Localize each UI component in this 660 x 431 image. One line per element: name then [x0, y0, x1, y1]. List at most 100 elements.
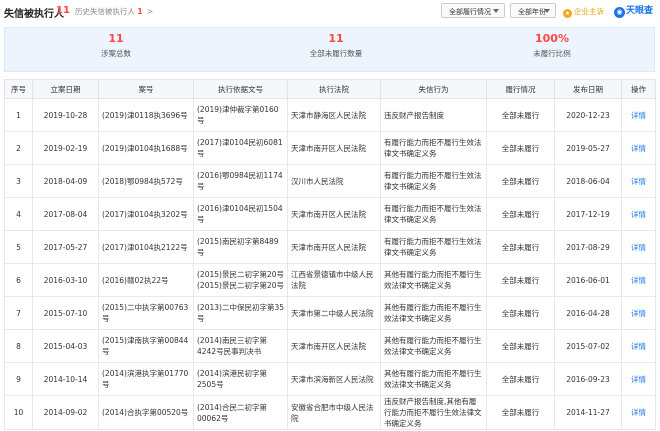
- cell-basis-document: (2014)合民二初字第00062号: [193, 395, 288, 430]
- cell-dishonest-behavior: 其他有履行能力而拒不履行生效法律文书确定义务: [380, 329, 487, 363]
- cell-fulfillment-status: 全部未履行: [486, 263, 555, 297]
- detail-link[interactable]: 详情: [621, 296, 656, 330]
- stat-total-cases: 11 涉案总数: [56, 32, 176, 59]
- cell-dishonest-behavior: 其他有履行能力而拒不履行生效法律文书确定义务: [380, 296, 487, 330]
- cell-filing-date: 2017-08-04: [32, 197, 99, 231]
- column-header: 发布日期: [554, 79, 622, 99]
- chevron-down-icon: [544, 9, 550, 13]
- cell-dishonest-behavior: 有履行能力而拒不履行生效法律文书确定义务: [380, 131, 487, 165]
- column-header: 立案日期: [32, 79, 99, 99]
- enterprise-appeal-button[interactable]: ★ 企业主诉: [563, 6, 604, 18]
- chevron-right-icon: >: [147, 7, 154, 16]
- cell-fulfillment-status: 全部未履行: [486, 164, 555, 198]
- dishonest-debtor-table: 序号 立案日期 案号 执行依据文号 执行法院 失信行为 履行情况 发布日期 操作…: [4, 79, 656, 430]
- cell-case-number: (2014)合执字第00520号: [98, 395, 194, 430]
- cell-case-number: (2017)津0104执3202号: [98, 197, 194, 231]
- cell-filing-date: 2014-10-14: [32, 362, 99, 396]
- column-header: 执行依据文号: [193, 79, 288, 99]
- cell-case-number: (2014)滨港执字第01770号: [98, 362, 194, 396]
- cell-case-number: (2018)鄂0984执572号: [98, 164, 194, 198]
- stat-label: 未履行比例: [533, 49, 571, 58]
- cell-case-number: (2017)津0104执2122号: [98, 230, 194, 264]
- cell-index: 1: [4, 98, 33, 132]
- table-row: 5 2017-05-27 (2017)津0104执2122号 (2015)南民初字第8…: [4, 230, 656, 264]
- cell-publish-date: 2016-04-28: [554, 296, 622, 330]
- cell-basis-document: (2014)南民三初字第4242号民事判决书: [193, 329, 288, 363]
- cell-fulfillment-status: 全部未履行: [486, 197, 555, 231]
- detail-link[interactable]: 详情: [621, 395, 656, 430]
- cell-court: 江西省景德镇市中级人民法院: [287, 263, 381, 297]
- section-header: 失信被执行人 11 历史失信被执行人 1 > 全部履行情况 全部年份 ★ 企业主诉…: [0, 0, 660, 22]
- table-header-row: 序号 立案日期 案号 执行依据文号 执行法院 失信行为 履行情况 发布日期 操作: [4, 79, 656, 99]
- cell-fulfillment-status: 全部未履行: [486, 395, 555, 430]
- cell-index: 2: [4, 131, 33, 165]
- table-row: 7 2015-07-10 (2015)二中执字第00763号 (2013)二中保民初字…: [4, 296, 656, 330]
- cell-basis-document: (2016)鄂0984民初1174号: [193, 164, 288, 198]
- column-header: 操作: [621, 79, 656, 99]
- cell-court: 安徽省合肥市中级人民法院: [287, 395, 381, 430]
- cell-publish-date: 2017-12-19: [554, 197, 622, 231]
- chevron-down-icon: [493, 9, 499, 13]
- stat-value: 100%: [535, 32, 569, 45]
- table-row: 10 2014-09-02 (2014)合执字第00520号 (2014)合民二初字第…: [4, 395, 656, 430]
- cell-case-number: (2016)赣02执22号: [98, 263, 194, 297]
- cell-basis-document: (2017)津0104民初6081号: [193, 131, 288, 165]
- cell-basis-document: (2015)景民二初字第20号 (2015)景民二初字第20号: [193, 263, 288, 297]
- year-filter-select[interactable]: 全部年份: [510, 3, 556, 18]
- cell-publish-date: 2015-07-02: [554, 329, 622, 363]
- cell-filing-date: 2015-07-10: [32, 296, 99, 330]
- stat-value: 11: [328, 32, 344, 45]
- stat-unfulfilled-ratio: 100% 未履行比例: [492, 32, 612, 59]
- detail-link[interactable]: 详情: [621, 197, 656, 231]
- table-row: 9 2014-10-14 (2014)滨港执字第01770号 (2014)滨港民初字第…: [4, 362, 656, 396]
- star-icon: ★: [563, 9, 572, 18]
- cell-filing-date: 2016-03-10: [32, 263, 99, 297]
- stat-label: 全部未履行数量: [309, 49, 363, 58]
- detail-link[interactable]: 详情: [621, 362, 656, 396]
- logo-text: 天眼查: [626, 6, 654, 16]
- detail-link[interactable]: 详情: [621, 230, 656, 264]
- column-header: 失信行为: [380, 79, 487, 99]
- cell-court: 汉川市人民法院: [287, 164, 381, 198]
- cell-court: 天津市南开区人民法院: [287, 197, 381, 231]
- cell-basis-document: (2016)津0104民初1504号: [193, 197, 288, 231]
- cell-publish-date: 2016-09-23: [554, 362, 622, 396]
- cell-filing-date: 2015-04-03: [32, 329, 99, 363]
- status-filter-select[interactable]: 全部履行情况: [441, 3, 505, 18]
- cell-court: 天津市南开区人民法院: [287, 131, 381, 165]
- table-row: 2 2019-02-19 (2019)津0104执1688号 (2017)津0104民…: [4, 131, 656, 165]
- year-filter-value: 全部年份: [518, 8, 546, 16]
- stat-value: 11: [108, 32, 124, 45]
- cell-filing-date: 2014-09-02: [32, 395, 99, 430]
- cell-publish-date: 2014-11-27: [554, 395, 622, 430]
- cell-index: 7: [4, 296, 33, 330]
- column-header: 履行情况: [486, 79, 555, 99]
- cell-dishonest-behavior: 有履行能力而拒不履行生效法律文书确定义务: [380, 197, 487, 231]
- cell-case-number: (2015)二中执字第00763号: [98, 296, 194, 330]
- table-row: 1 2019-10-28 (2019)津0118执3696号 (2019)津仲裁字第0…: [4, 98, 656, 132]
- status-filter-value: 全部履行情况: [449, 8, 491, 16]
- cell-publish-date: 2018-06-04: [554, 164, 622, 198]
- cell-index: 3: [4, 164, 33, 198]
- column-header: 执行法院: [287, 79, 381, 99]
- cell-dishonest-behavior: 违反财产报告制度,其他有履行能力而拒不履行生效法律文书确定义务: [380, 395, 487, 430]
- stat-label: 涉案总数: [101, 49, 131, 58]
- enterprise-appeal-label: 企业主诉: [574, 7, 604, 16]
- history-link[interactable]: 历史失信被执行人 1 >: [75, 6, 153, 17]
- cell-filing-date: 2017-05-27: [32, 230, 99, 264]
- detail-link[interactable]: 详情: [621, 263, 656, 297]
- cell-fulfillment-status: 全部未履行: [486, 131, 555, 165]
- detail-link[interactable]: 详情: [621, 329, 656, 363]
- detail-link[interactable]: 详情: [621, 164, 656, 198]
- detail-link[interactable]: 详情: [621, 98, 656, 132]
- cell-case-number: (2019)津0104执1688号: [98, 131, 194, 165]
- cell-dishonest-behavior: 其他有履行能力而拒不履行生效法律文书确定义务: [380, 362, 487, 396]
- cell-dishonest-behavior: 其他有履行能力而拒不履行生效法律文书确定义务: [380, 263, 487, 297]
- column-header: 序号: [4, 79, 33, 99]
- cell-index: 5: [4, 230, 33, 264]
- cell-court: 天津市南开区人民法院: [287, 230, 381, 264]
- cell-filing-date: 2019-10-28: [32, 98, 99, 132]
- column-header: 案号: [98, 79, 194, 99]
- cell-index: 9: [4, 362, 33, 396]
- detail-link[interactable]: 详情: [621, 131, 656, 165]
